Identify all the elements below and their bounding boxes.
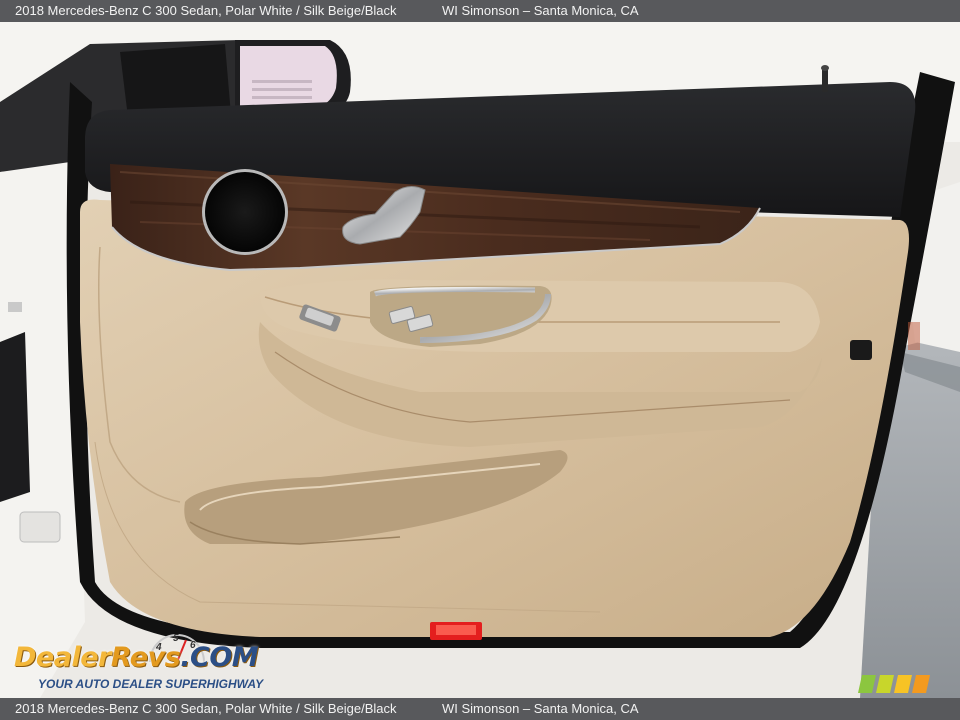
dealerrevs-tagline: YOUR AUTO DEALER SUPERHIGHWAY — [38, 677, 264, 691]
dealer-name: WI Simonson – Santa Monica, CA — [442, 701, 639, 716]
vehicle-title: 2018 Mercedes-Benz C 300 Sedan, Polar Wh… — [15, 701, 397, 716]
wm-logo-icon — [858, 675, 930, 693]
door-interior-photo — [0, 22, 960, 698]
header-bar: 2018 Mercedes-Benz C 300 Sedan, Polar Wh… — [0, 0, 960, 22]
brand-part-com: .COM — [180, 642, 259, 673]
footer-bar: 2018 Mercedes-Benz C 300 Sedan, Polar Wh… — [0, 698, 960, 720]
vehicle-title: 2018 Mercedes-Benz C 300 Sedan, Polar Wh… — [15, 3, 397, 18]
dealerrevs-logo-text: DealerRevs.COM — [14, 642, 259, 673]
brand-part-dealer: Dealer — [14, 642, 111, 673]
brand-part-revs: Revs — [110, 642, 181, 673]
dealer-name: WI Simonson – Santa Monica, CA — [442, 3, 639, 18]
dealerrevs-watermark: 4 5 6 DealerRevs.COM YOUR AUTO DEALER SU… — [14, 630, 264, 692]
